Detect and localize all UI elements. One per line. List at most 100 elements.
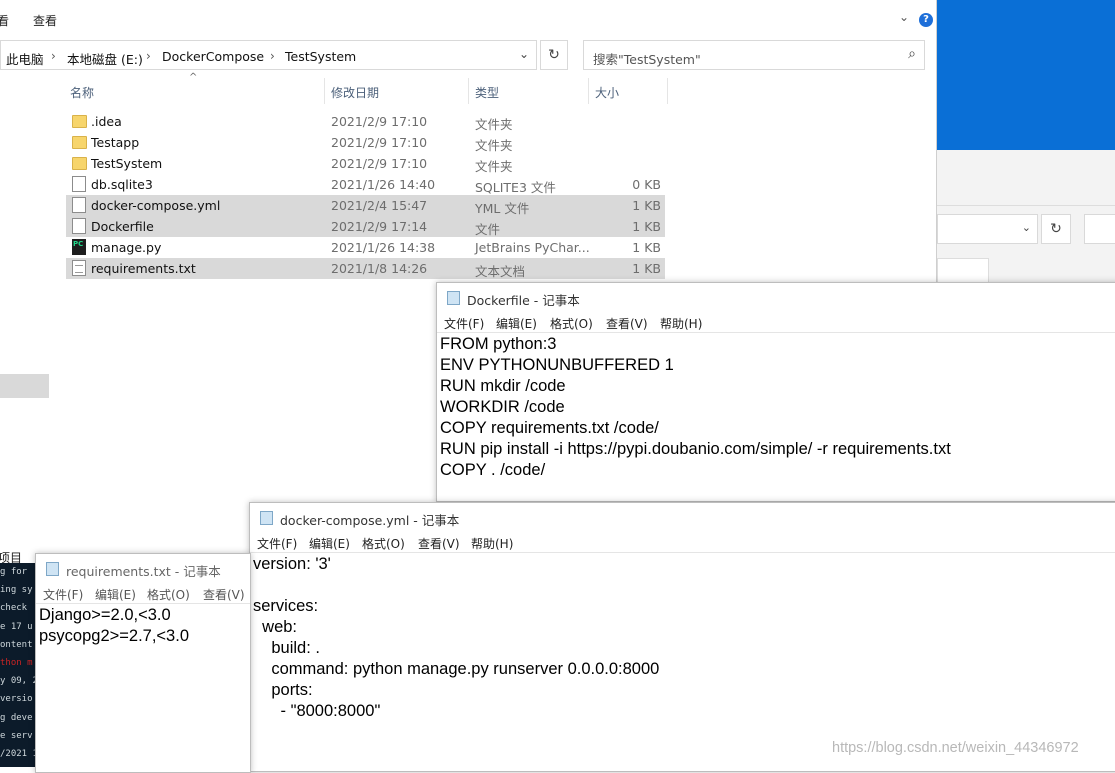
breadcrumb-dockercompose[interactable]: DockerCompose <box>162 49 264 64</box>
folder-icon <box>72 157 87 170</box>
file-row[interactable]: PC manage.py 2021/1/26 14:38 JetBrains PyCh… <box>66 237 665 258</box>
breadcrumb-testsystem[interactable]: TestSystem <box>285 49 356 64</box>
menu-view[interactable]: 查看(V) <box>418 535 460 552</box>
file-name: Testapp <box>91 135 140 150</box>
terminal-panel: g for ing sy check e 17 u ontent thon m y 09, … <box>0 563 36 767</box>
title-bar[interactable]: Dockerfile - 记事本 <box>437 283 1115 311</box>
chevron-right-icon[interactable]: › <box>51 49 56 63</box>
file-row[interactable]: requirements.txt 2021/1/8 14:26 文本文档 1 KB <box>66 258 665 279</box>
help-icon[interactable]: ? <box>919 13 933 27</box>
file-type: 文件夹 <box>475 159 513 174</box>
menu-edit[interactable]: 编辑(E) <box>95 586 136 603</box>
folder-icon <box>72 136 87 149</box>
file-size: 1 KB <box>632 198 661 213</box>
refresh-icon[interactable]: ↻ <box>1041 214 1071 244</box>
chevron-right-icon[interactable]: › <box>146 49 151 63</box>
ribbon-bar: 看 查看 ⌄ ? <box>0 0 936 38</box>
file-name: db.sqlite3 <box>91 177 153 192</box>
terminal-line: e serv <box>0 730 33 741</box>
background-address-combo[interactable]: ⌄ <box>937 214 1038 244</box>
notepad-icon <box>447 291 460 305</box>
terminal-line: g deve <box>0 712 33 723</box>
ribbon-tab-partial[interactable]: 看 <box>0 12 9 29</box>
menu-file[interactable]: 文件(F) <box>444 315 484 332</box>
requirements-notepad-window: requirements.txt - 记事本 文件(F) 编辑(E) 格式(O)… <box>35 553 251 773</box>
menu-view[interactable]: 查看(V) <box>606 315 648 332</box>
search-box[interactable]: 搜索"TestSystem" ⌕ <box>583 40 925 70</box>
menu-help[interactable]: 帮助(H) <box>471 535 513 552</box>
file-row[interactable]: TestSystem 2021/2/9 17:10 文件夹 <box>66 153 665 174</box>
chevron-down-icon[interactable]: ⌄ <box>519 47 529 61</box>
column-divider[interactable] <box>667 78 668 104</box>
file-size: 1 KB <box>632 261 661 276</box>
menu-edit[interactable]: 编辑(E) <box>496 315 537 332</box>
refresh-icon[interactable]: ↻ <box>540 40 568 70</box>
menu-bar: 文件(F) 编辑(E) 格式(O) 查看(V) 帮助(H) <box>437 311 1115 333</box>
file-type: JetBrains PyChar... <box>475 240 590 255</box>
file-name: .idea <box>91 114 122 129</box>
column-header-date[interactable]: 修改日期 <box>331 84 379 101</box>
file-size: 0 KB <box>632 177 661 192</box>
file-row[interactable]: Testapp 2021/2/9 17:10 文件夹 <box>66 132 665 153</box>
file-row[interactable]: db.sqlite3 2021/1/26 14:40 SQLITE3 文件 0 KB <box>66 174 665 195</box>
background-explorer-window: ⌄ ↻ <box>937 205 1115 284</box>
file-row[interactable]: .idea 2021/2/9 17:10 文件夹 <box>66 111 665 132</box>
window-title: Dockerfile - 记事本 <box>467 293 580 308</box>
file-date: 2021/1/26 14:40 <box>331 177 436 192</box>
pycharm-icon: PC <box>72 239 86 255</box>
text-editor[interactable]: version: '3' services: web: build: . com… <box>253 554 659 722</box>
file-icon <box>72 176 86 192</box>
menu-file[interactable]: 文件(F) <box>257 535 297 552</box>
column-divider[interactable] <box>588 78 589 104</box>
menu-edit[interactable]: 编辑(E) <box>309 535 350 552</box>
title-bar[interactable]: docker-compose.yml - 记事本 <box>250 503 1115 531</box>
address-bar[interactable]: 此电脑 › 本地磁盘 (E:) › DockerCompose › TestSy… <box>0 40 537 70</box>
sort-up-icon: ^ <box>189 72 198 83</box>
menu-help[interactable]: 帮助(H) <box>660 315 702 332</box>
compose-notepad-window: docker-compose.yml - 记事本 文件(F) 编辑(E) 格式(… <box>249 502 1115 772</box>
file-size: 1 KB <box>632 219 661 234</box>
notepad-icon <box>260 511 273 525</box>
terminal-line: check <box>0 603 28 614</box>
chevron-right-icon[interactable]: › <box>270 49 275 63</box>
menu-view[interactable]: 查看(V) <box>203 586 245 603</box>
file-type: 文件夹 <box>475 117 513 132</box>
title-bar[interactable]: requirements.txt - 记事本 <box>36 554 250 582</box>
file-name: manage.py <box>91 240 162 255</box>
navigation-selected-item[interactable] <box>0 374 49 398</box>
column-divider[interactable] <box>468 78 469 104</box>
menu-file[interactable]: 文件(F) <box>43 586 83 603</box>
column-divider[interactable] <box>324 78 325 104</box>
file-date: 2021/2/9 17:10 <box>331 135 428 150</box>
menu-format[interactable]: 格式(O) <box>550 315 593 332</box>
terminal-line: y 09, 2 <box>0 676 36 687</box>
file-name: Dockerfile <box>91 219 154 234</box>
ribbon-tab-view[interactable]: 查看 <box>33 12 57 29</box>
text-editor[interactable]: Django>=2.0,<3.0 psycopg2>=2.7,<3.0 <box>39 605 189 647</box>
file-date: 2021/1/26 14:38 <box>331 240 436 255</box>
column-header-name[interactable]: 名称 <box>70 84 94 101</box>
file-row[interactable]: docker-compose.yml 2021/2/4 15:47 YML 文件 1 … <box>66 195 665 216</box>
menu-format[interactable]: 格式(O) <box>362 535 405 552</box>
dockerfile-notepad-window: Dockerfile - 记事本 文件(F) 编辑(E) 格式(O) 查看(V)… <box>436 282 1115 502</box>
window-title: requirements.txt - 记事本 <box>66 564 221 579</box>
desktop-background <box>936 0 1115 150</box>
column-header-type[interactable]: 类型 <box>475 84 499 101</box>
menu-format[interactable]: 格式(O) <box>147 586 190 603</box>
text-editor[interactable]: FROM python:3 ENV PYTHONUNBUFFERED 1 RUN… <box>440 334 951 481</box>
menu-bar: 文件(F) 编辑(E) 格式(O) 查看(V) 帮助(H) <box>250 531 1115 553</box>
file-row[interactable]: Dockerfile 2021/2/9 17:14 文件 1 KB <box>66 216 665 237</box>
navigation-pane <box>0 72 50 548</box>
chevron-down-icon[interactable]: ⌄ <box>899 10 909 24</box>
background-search-box[interactable] <box>1084 214 1115 244</box>
column-header-size[interactable]: 大小 <box>595 84 619 101</box>
file-date: 2021/2/9 17:14 <box>331 219 428 234</box>
terminal-line: versio <box>0 694 33 705</box>
file-size: 1 KB <box>632 240 661 255</box>
background-window-strip <box>937 258 989 284</box>
search-icon[interactable]: ⌕ <box>908 46 916 62</box>
file-type: YML 文件 <box>475 201 530 216</box>
breadcrumb-this-pc[interactable]: 此电脑 <box>6 49 44 68</box>
breadcrumb-local-disk[interactable]: 本地磁盘 (E:) <box>67 49 143 68</box>
file-date: 2021/2/9 17:10 <box>331 114 428 129</box>
